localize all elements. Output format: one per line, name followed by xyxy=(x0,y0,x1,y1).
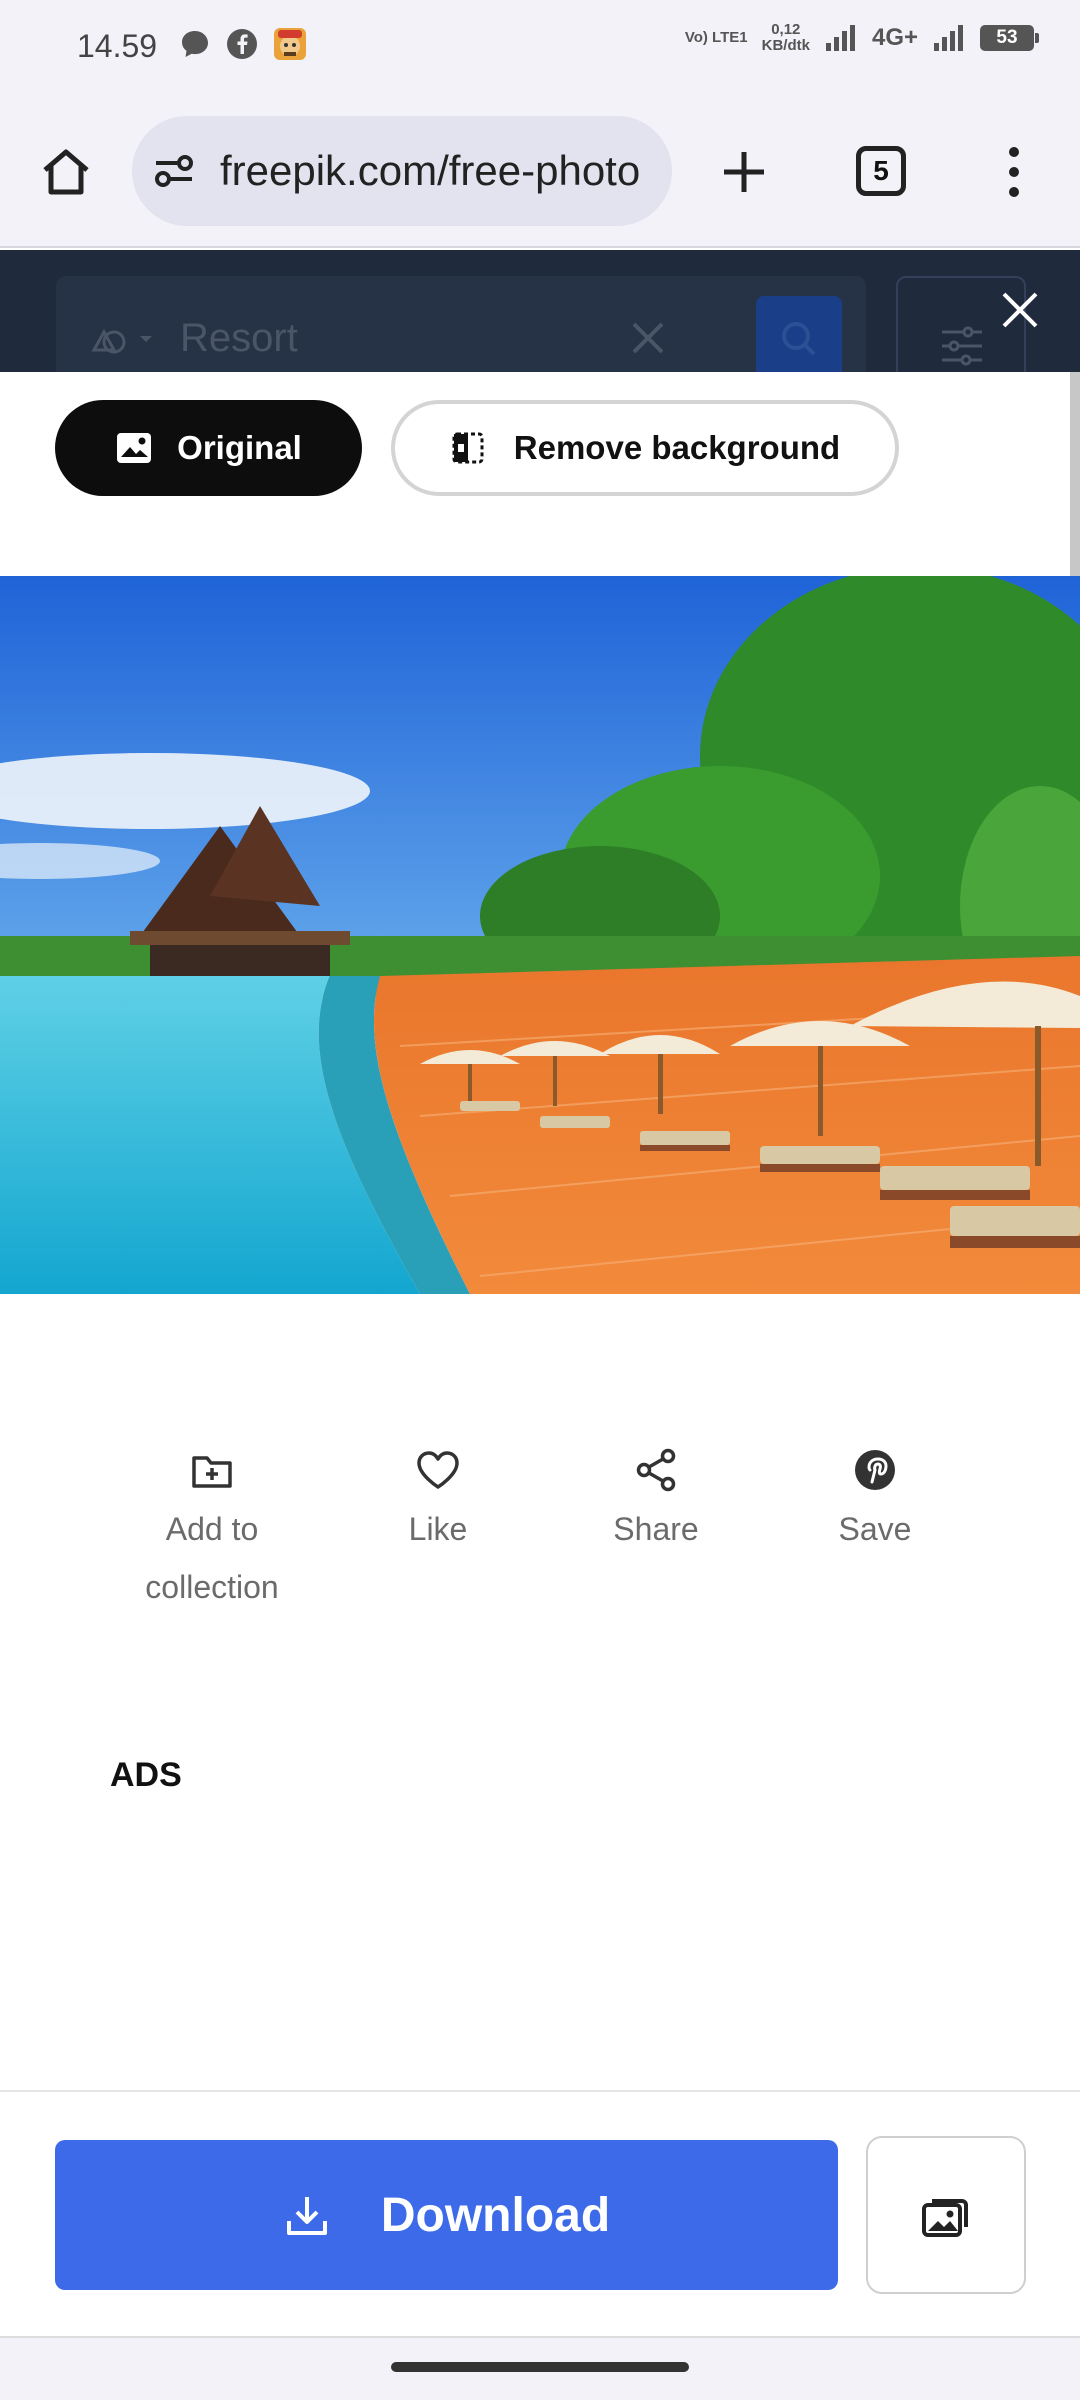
image-icon xyxy=(117,433,152,463)
tab-switcher-icon[interactable]: 5 xyxy=(856,146,906,196)
site-info-icon xyxy=(155,155,193,187)
battery-icon: 53 xyxy=(980,25,1039,51)
pinterest-icon xyxy=(855,1450,895,1490)
images-icon xyxy=(922,2199,968,2237)
save-label: Save xyxy=(838,1511,912,1547)
home-icon xyxy=(43,149,89,195)
like-button[interactable]: Like xyxy=(338,1440,538,1558)
remove-background-button[interactable]: Remove background xyxy=(391,400,899,496)
shapes-filter-icon xyxy=(91,328,152,354)
status-bar: 14.59 Vo) LTE1 0,12 KB/dtk 4G+ 53 xyxy=(0,0,1080,96)
folder-plus-icon xyxy=(192,1456,232,1488)
signal-icon xyxy=(825,25,855,51)
like-label: Like xyxy=(408,1511,468,1547)
share-button[interactable]: Share xyxy=(556,1440,756,1558)
search-field xyxy=(56,276,866,372)
volte-indicator: Vo) LTE1 xyxy=(684,29,748,46)
more-images-button[interactable] xyxy=(866,2136,1026,2294)
more-menu-icon[interactable] xyxy=(996,140,1032,204)
download-label: Download xyxy=(380,2188,611,2242)
search-button xyxy=(756,296,842,372)
system-status-icons: Vo) LTE1 0,12 KB/dtk 4G+ 53 xyxy=(684,22,1039,54)
search-header-overlay: Resort xyxy=(0,250,1080,372)
chat-bubble-icon xyxy=(182,31,208,57)
notification-icons xyxy=(178,26,308,62)
add-to-collection-button[interactable]: Add to collection xyxy=(112,1440,312,1616)
game-avatar-icon xyxy=(274,28,306,60)
ads-label: ADS xyxy=(110,1756,182,1794)
new-tab-plus-icon xyxy=(724,152,764,192)
download-bar: Download xyxy=(0,2090,1080,2336)
search-input: Resort xyxy=(180,316,298,360)
share-label: Share xyxy=(613,1511,699,1547)
search-icon xyxy=(782,322,816,356)
original-label: Original xyxy=(177,429,302,466)
browser-toolbar: freepik.com/free-photo 5 xyxy=(0,96,1080,248)
remove-background-label: Remove background xyxy=(513,429,841,466)
sliders-icon xyxy=(942,326,982,366)
home-indicator[interactable] xyxy=(391,2362,689,2372)
new-tab-button[interactable] xyxy=(712,140,776,204)
download-button[interactable]: Download xyxy=(55,2140,838,2290)
network-type: 4G+ xyxy=(871,24,918,51)
share-icon xyxy=(636,1448,676,1492)
original-button[interactable]: Original xyxy=(55,400,362,496)
add-to-collection-label: Add to collection xyxy=(145,1511,279,1605)
download-icon xyxy=(286,2197,327,2235)
url-text: freepik.com/free-photo xyxy=(220,147,641,194)
net-speed-value: 0,12 xyxy=(771,21,801,38)
clear-icon xyxy=(632,322,664,354)
close-icon[interactable] xyxy=(998,288,1042,332)
home-button[interactable] xyxy=(34,140,98,204)
address-bar[interactable]: freepik.com/free-photo xyxy=(132,116,672,226)
signal-icon xyxy=(934,25,963,51)
status-time: 14.59 xyxy=(77,28,158,64)
remove-background-icon xyxy=(452,432,484,464)
net-speed: 0,12 KB/dtk xyxy=(762,22,810,54)
net-speed-unit: KB/dtk xyxy=(761,37,810,54)
gesture-navigation-bar xyxy=(0,2336,1080,2400)
resort-photo[interactable] xyxy=(0,576,1080,1294)
pinterest-save-button[interactable]: Save xyxy=(775,1440,975,1558)
facebook-icon xyxy=(227,29,257,59)
heart-icon xyxy=(417,1451,459,1489)
